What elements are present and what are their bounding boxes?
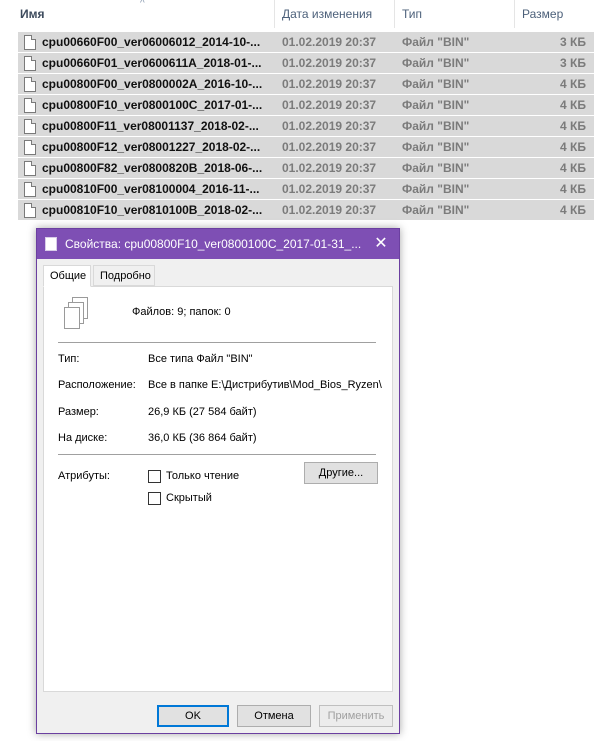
files-summary: Файлов: 9; папок: 0	[132, 306, 231, 318]
location-value[interactable]: Все в папке E:\Дистрибутив\Mod_Bios_Ryze…	[148, 379, 384, 391]
ok-button[interactable]: OK	[157, 705, 229, 727]
file-type: Файл "BIN"	[402, 56, 470, 70]
dialog-titlebar[interactable]: Свойства: cpu00800F10_ver0800100C_2017-0…	[37, 229, 399, 259]
general-tab-panel: Файлов: 9; папок: 0 Тип: Все типа Файл "…	[43, 286, 393, 692]
column-divider[interactable]	[274, 0, 275, 28]
file-row[interactable]: cpu00800F12_ver08001227_2018-02-... 01.0…	[18, 137, 594, 158]
file-type: Файл "BIN"	[402, 161, 470, 175]
file-type: Файл "BIN"	[402, 35, 470, 49]
file-date: 01.02.2019 20:37	[282, 119, 377, 133]
file-type: Файл "BIN"	[402, 140, 470, 154]
multiple-files-icon	[45, 235, 61, 251]
file-icon	[24, 98, 36, 113]
file-icon	[24, 56, 36, 71]
file-size: 4 КБ	[560, 77, 586, 91]
file-type: Файл "BIN"	[402, 98, 470, 112]
file-name: cpu00800F12_ver08001227_2018-02-...	[42, 140, 261, 154]
tab-general[interactable]: Общие	[43, 265, 91, 287]
multiple-files-icon	[62, 297, 92, 331]
file-type: Файл "BIN"	[402, 182, 470, 196]
file-name: cpu00800F10_ver0800100C_2017-01-...	[42, 98, 263, 112]
file-icon	[24, 77, 36, 92]
disk-size-label: На диске:	[58, 432, 108, 444]
divider	[58, 342, 376, 343]
file-name: cpu00810F00_ver08100004_2016-11-...	[42, 182, 260, 196]
file-size: 3 КБ	[560, 56, 586, 70]
file-row[interactable]: cpu00800F11_ver08001137_2018-02-... 01.0…	[18, 116, 594, 137]
file-date: 01.02.2019 20:37	[282, 98, 377, 112]
file-row[interactable]: cpu00810F00_ver08100004_2016-11-... 01.0…	[18, 179, 594, 200]
disk-size-value: 36,0 КБ (36 864 байт)	[148, 432, 257, 444]
file-icon	[24, 140, 36, 155]
size-label: Размер:	[58, 406, 99, 418]
divider	[58, 454, 376, 455]
size-value: 26,9 КБ (27 584 байт)	[148, 406, 257, 418]
file-size: 4 КБ	[560, 182, 586, 196]
file-name: cpu00660F01_ver0600611A_2018-01-...	[42, 56, 262, 70]
close-icon[interactable]: ✕	[363, 229, 399, 259]
type-value: Все типа Файл "BIN"	[148, 353, 253, 365]
file-type: Файл "BIN"	[402, 203, 470, 217]
file-name: cpu00800F82_ver0800820B_2018-06-...	[42, 161, 263, 175]
readonly-label[interactable]: Только чтение	[166, 470, 239, 483]
sort-ascending-icon: ^	[140, 0, 145, 9]
file-row[interactable]: cpu00810F10_ver0810100B_2018-02-... 01.0…	[18, 200, 594, 221]
file-name: cpu00800F11_ver08001137_2018-02-...	[42, 119, 259, 133]
file-row[interactable]: cpu00800F00_ver0800002A_2016-10-... 01.0…	[18, 74, 594, 95]
hidden-label[interactable]: Скрытый	[166, 492, 212, 505]
file-name: cpu00800F00_ver0800002A_2016-10-...	[42, 77, 263, 91]
file-name: cpu00810F10_ver0810100B_2018-02-...	[42, 203, 263, 217]
column-size-header[interactable]: Размер	[518, 0, 615, 28]
column-header: Имя ^ Дата изменения Тип Размер	[0, 0, 615, 28]
file-name: cpu00660F00_ver06006012_2014-10-...	[42, 35, 261, 49]
file-date: 01.02.2019 20:37	[282, 140, 377, 154]
tab-details[interactable]: Подробно	[93, 265, 155, 286]
file-size: 3 КБ	[560, 35, 586, 49]
column-divider[interactable]	[394, 0, 395, 28]
file-icon	[24, 203, 36, 218]
file-type: Файл "BIN"	[402, 77, 470, 91]
file-date: 01.02.2019 20:37	[282, 182, 377, 196]
file-icon	[24, 119, 36, 134]
file-list: cpu00660F00_ver06006012_2014-10-... 01.0…	[18, 32, 594, 221]
file-size: 4 КБ	[560, 119, 586, 133]
file-row[interactable]: cpu00800F10_ver0800100C_2017-01-... 01.0…	[18, 95, 594, 116]
file-icon	[24, 161, 36, 176]
checkbox-box[interactable]	[148, 470, 161, 483]
dialog-title: Свойства: cpu00800F10_ver0800100C_2017-0…	[65, 237, 362, 251]
other-attributes-button[interactable]: Другие...	[304, 462, 378, 484]
file-icon	[24, 182, 36, 197]
file-size: 4 КБ	[560, 161, 586, 175]
location-label: Расположение:	[58, 379, 136, 391]
properties-dialog: Свойства: cpu00800F10_ver0800100C_2017-0…	[36, 228, 400, 734]
cancel-button[interactable]: Отмена	[237, 705, 311, 727]
file-size: 4 КБ	[560, 140, 586, 154]
file-date: 01.02.2019 20:37	[282, 35, 377, 49]
file-row[interactable]: cpu00660F00_ver06006012_2014-10-... 01.0…	[18, 32, 594, 53]
file-size: 4 КБ	[560, 98, 586, 112]
file-size: 4 КБ	[560, 203, 586, 217]
file-date: 01.02.2019 20:37	[282, 77, 377, 91]
file-row[interactable]: cpu00800F82_ver0800820B_2018-06-... 01.0…	[18, 158, 594, 179]
file-date: 01.02.2019 20:37	[282, 203, 377, 217]
column-type-header[interactable]: Тип	[398, 0, 514, 28]
attributes-label: Атрибуты:	[58, 470, 110, 482]
checkbox-box[interactable]	[148, 492, 161, 505]
column-date-header[interactable]: Дата изменения	[278, 0, 396, 28]
apply-button[interactable]: Применить	[319, 705, 393, 727]
file-date: 01.02.2019 20:37	[282, 161, 377, 175]
column-divider[interactable]	[514, 0, 515, 28]
file-type: Файл "BIN"	[402, 119, 470, 133]
file-icon	[24, 35, 36, 50]
file-row[interactable]: cpu00660F01_ver0600611A_2018-01-... 01.0…	[18, 53, 594, 74]
column-name-header[interactable]: Имя	[16, 0, 274, 28]
type-label: Тип:	[58, 353, 80, 365]
file-date: 01.02.2019 20:37	[282, 56, 377, 70]
